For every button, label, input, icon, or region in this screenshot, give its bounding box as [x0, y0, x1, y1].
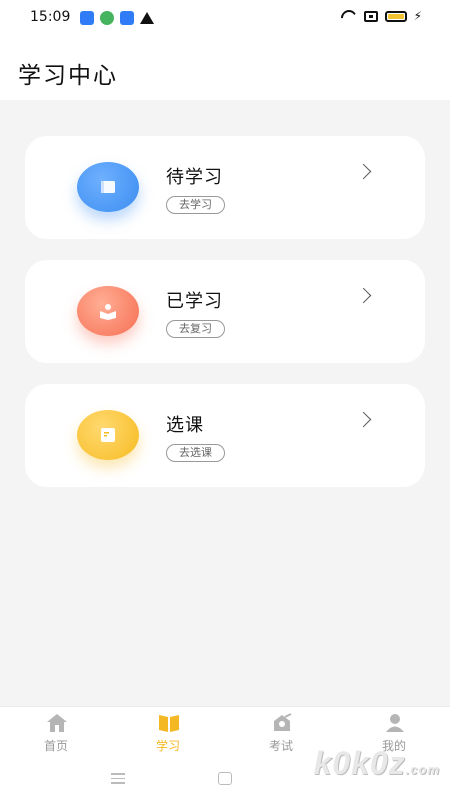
app-notification-icon — [80, 11, 94, 25]
status-bar: 15:09 ⚡ — [0, 0, 450, 36]
page-title: 学习中心 — [18, 63, 118, 89]
go-select-course-button[interactable]: 去选课 — [166, 444, 225, 462]
card-to-study[interactable]: 待学习 去学习 — [25, 136, 425, 239]
card-select-course[interactable]: 选课 去选课 — [25, 384, 425, 487]
go-study-button[interactable]: 去学习 — [166, 196, 225, 214]
app-notification-icon — [120, 11, 134, 25]
home-icon — [47, 714, 67, 732]
status-time: 15:09 — [30, 9, 71, 25]
wifi-icon — [341, 10, 357, 22]
warning-icon — [140, 12, 154, 24]
exam-icon — [274, 713, 292, 731]
card-title: 选课 — [166, 415, 204, 436]
chevron-right-icon[interactable] — [355, 411, 372, 428]
book-icon — [77, 162, 139, 212]
card-studied[interactable]: 已学习 去复习 — [25, 260, 425, 363]
nav-label: 首页 — [43, 739, 68, 753]
go-review-button[interactable]: 去复习 — [166, 320, 225, 338]
nav-label: 学习 — [155, 739, 180, 753]
home-button-icon[interactable] — [218, 772, 232, 785]
note-icon — [77, 410, 139, 460]
notification-icons — [80, 11, 154, 25]
system-indicators: ⚡ — [341, 10, 422, 22]
user-icon — [386, 714, 404, 732]
reader-icon — [77, 286, 139, 336]
watermark-logo: k0k0z.com — [313, 745, 440, 781]
charging-icon: ⚡ — [413, 9, 422, 23]
nav-item-study[interactable]: 学习 — [112, 707, 224, 761]
header: 学习中心 — [0, 36, 450, 100]
sim-icon — [363, 10, 378, 22]
app-notification-icon — [100, 11, 114, 25]
nav-item-home[interactable]: 首页 — [0, 707, 112, 761]
card-title: 待学习 — [166, 167, 223, 188]
battery-icon — [384, 10, 407, 22]
card-title: 已学习 — [166, 291, 223, 312]
open-book-icon — [159, 715, 179, 732]
chevron-right-icon[interactable] — [355, 163, 372, 180]
menu-icon[interactable] — [111, 773, 125, 787]
chevron-right-icon[interactable] — [355, 287, 372, 304]
